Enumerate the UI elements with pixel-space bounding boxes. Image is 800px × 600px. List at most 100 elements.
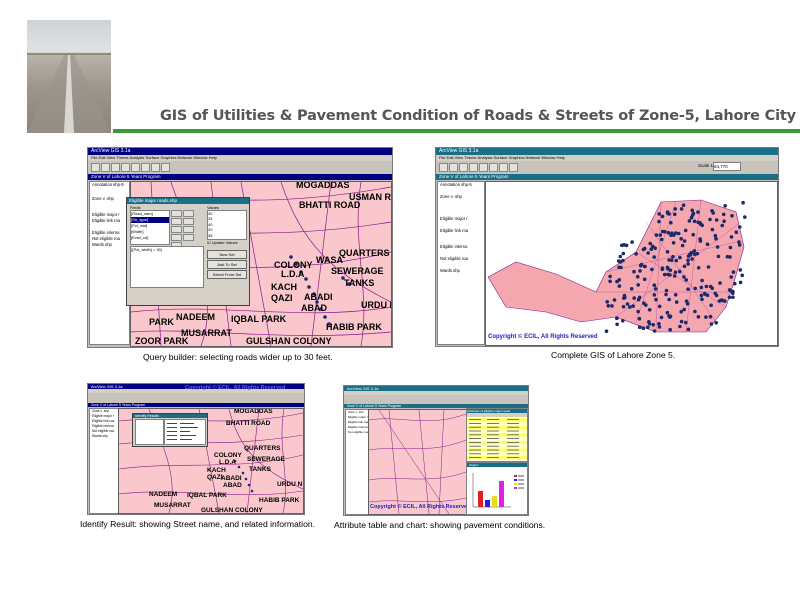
point-marker — [652, 329, 657, 333]
point-marker — [722, 219, 726, 223]
table-of-contents: Annotation shp-5 Zone v .shp Eligible ma… — [437, 181, 485, 345]
point-marker — [740, 273, 744, 278]
point-marker — [671, 241, 676, 245]
point-marker — [715, 245, 720, 249]
point-marker — [704, 315, 708, 319]
point-marker — [617, 259, 621, 263]
point-marker — [679, 207, 684, 211]
point-marker — [679, 237, 683, 241]
point-marker — [727, 295, 732, 300]
chart-bar — [499, 481, 504, 507]
identify-feature-list[interactable] — [135, 419, 164, 445]
toolbar — [88, 161, 392, 175]
point-marker — [728, 245, 733, 250]
point-marker — [729, 235, 734, 239]
toc-item[interactable]: Not eligible roa — [346, 430, 368, 435]
map-label: L.D.A — [281, 269, 305, 279]
point-marker — [674, 258, 679, 263]
point-marker — [632, 296, 636, 300]
chart-bar — [485, 500, 490, 507]
field-item[interactable]: [Exist_cd] — [131, 235, 169, 241]
values-list[interactable]: 30 25 40 20 35 — [207, 210, 247, 240]
toc-item[interactable]: Wards.shp — [438, 268, 484, 274]
point-marker — [700, 223, 704, 228]
map-label: BHATTI ROAD — [299, 200, 361, 210]
point-marker — [729, 275, 733, 279]
point-marker — [716, 254, 721, 259]
point-marker — [686, 262, 690, 266]
point-marker — [662, 272, 667, 277]
point-marker — [713, 291, 717, 296]
map-label: ZOOR PARK — [135, 336, 189, 346]
add-to-set-button[interactable]: Add To Set — [207, 260, 247, 269]
point-marker — [668, 327, 672, 332]
chart-legend — [514, 475, 524, 489]
point-marker — [653, 287, 658, 291]
scale-input[interactable]: 64,770 — [713, 162, 741, 171]
point-marker — [721, 298, 725, 303]
map-label: ABAD — [223, 482, 242, 489]
point-marker — [683, 228, 688, 233]
fields-list[interactable]: [Road_nam] [Str_type] [Pvt_wid] [Width] … — [130, 210, 170, 245]
point-marker — [664, 292, 668, 297]
point-marker — [668, 314, 673, 319]
toc-item[interactable]: Annotation shp-5 — [90, 182, 129, 188]
point-marker — [689, 215, 694, 220]
point-marker — [659, 237, 664, 242]
map-label: BHATTI ROAD — [226, 420, 271, 427]
view-title: Zone V of Lahore 5 Years Program — [88, 403, 304, 407]
view-title: Zone V of Lahore 5 Years Program — [436, 174, 778, 180]
point-marker — [605, 300, 609, 304]
attribute-chart-screenshot: ArcView GIS 3.1a Zone V of Lahore 5 Year… — [343, 385, 529, 516]
attribute-table[interactable] — [467, 413, 527, 461]
point-marker — [665, 250, 670, 254]
point-marker — [604, 329, 609, 333]
point-marker — [681, 203, 686, 207]
point-marker — [654, 297, 658, 302]
value-item[interactable]: 35 — [208, 233, 246, 238]
point-marker — [657, 219, 661, 224]
point-marker — [669, 258, 674, 262]
point-marker — [723, 204, 727, 208]
point-marker — [741, 200, 745, 205]
map-view[interactable]: Copyright © ECIL, All Rights Reserved — [368, 409, 467, 515]
update-values-checkbox[interactable]: ☑ Update Values — [207, 240, 238, 245]
query-builder-dialog: Eligible major roads.shp Fields Values [… — [126, 197, 250, 306]
identify-result-screenshot: ArcView GIS 3.1a Zone V of Lahore 5 Year… — [87, 383, 305, 515]
point-marker — [700, 278, 704, 283]
point-marker — [691, 232, 695, 237]
chart-bar — [492, 496, 497, 507]
point-marker — [711, 211, 715, 215]
point-marker — [710, 227, 715, 232]
toc-item[interactable]: Wards.shp — [90, 242, 129, 248]
point-marker — [690, 257, 694, 261]
new-set-button[interactable]: New Set — [207, 250, 247, 259]
point-marker — [657, 322, 661, 326]
map-label: ABADI — [304, 292, 333, 302]
point-marker — [676, 231, 681, 236]
point-marker — [714, 218, 719, 222]
point-marker — [673, 293, 678, 297]
point-marker — [731, 291, 735, 295]
point-marker — [693, 309, 697, 314]
point-marker — [714, 237, 718, 241]
copyright-text: Copyright © ECIL, All Rights Reserved — [185, 385, 286, 391]
point-marker — [672, 274, 677, 278]
point-marker — [696, 210, 700, 214]
expression-input[interactable]: ([Pvt_width] > 30) — [130, 246, 204, 288]
point-marker — [658, 233, 663, 237]
map-label: ABADI — [221, 475, 242, 482]
point-marker — [615, 322, 619, 327]
map-view[interactable]: Copyright © ECIL, All Rights Reserved — [485, 181, 778, 346]
point-marker — [673, 270, 678, 275]
copyright-text: Copyright © ECIL, All Rights Reserved — [370, 504, 467, 510]
point-marker — [738, 280, 743, 285]
toc-item[interactable]: Wards.shp — [90, 434, 118, 439]
point-marker — [654, 233, 659, 237]
point-marker — [706, 265, 711, 269]
point-marker — [657, 304, 662, 309]
map-label: PARK — [149, 317, 174, 327]
point-marker — [673, 207, 677, 211]
select-from-set-button[interactable]: Select From Set — [207, 270, 247, 279]
map-label: URDU NA — [361, 300, 391, 310]
